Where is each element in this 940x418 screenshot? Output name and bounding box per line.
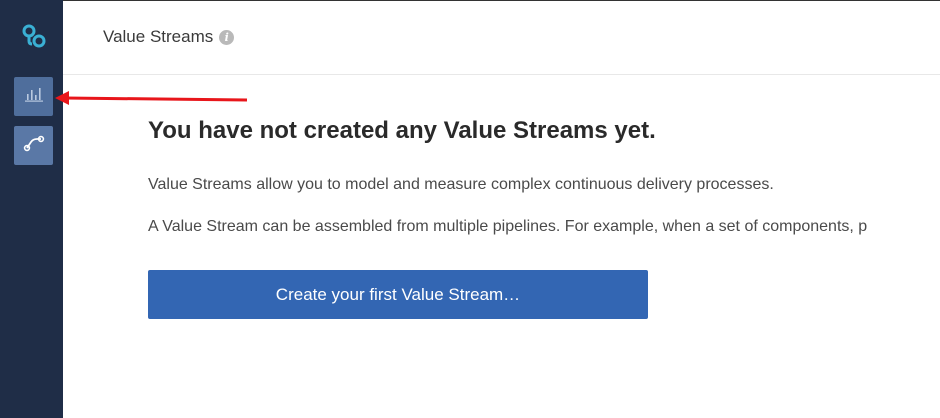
sidebar	[0, 0, 63, 418]
bar-chart-icon	[24, 86, 43, 107]
page-title: Value Streams	[103, 27, 214, 46]
pipeline-icon	[23, 134, 45, 157]
window-top-border	[63, 0, 940, 1]
app-root: Value Streams i You have not created any…	[0, 0, 940, 418]
sidebar-item-pipelines[interactable]	[14, 126, 53, 165]
empty-state: You have not created any Value Streams y…	[148, 115, 940, 319]
empty-state-headline: You have not created any Value Streams y…	[148, 117, 656, 144]
page-header: Value Streams i	[63, 0, 940, 75]
logo-icon[interactable]	[21, 23, 47, 49]
sidebar-item-value-streams[interactable]	[14, 77, 53, 116]
info-icon[interactable]: i	[219, 29, 235, 45]
main-panel: Value Streams i You have not created any…	[63, 0, 940, 418]
empty-state-description: Value Streams allow you to model and mea…	[148, 176, 774, 193]
empty-state-description-detail: A Value Stream can be assembled from mul…	[148, 218, 868, 235]
create-value-stream-button[interactable]: Create your first Value Stream…	[148, 270, 648, 319]
